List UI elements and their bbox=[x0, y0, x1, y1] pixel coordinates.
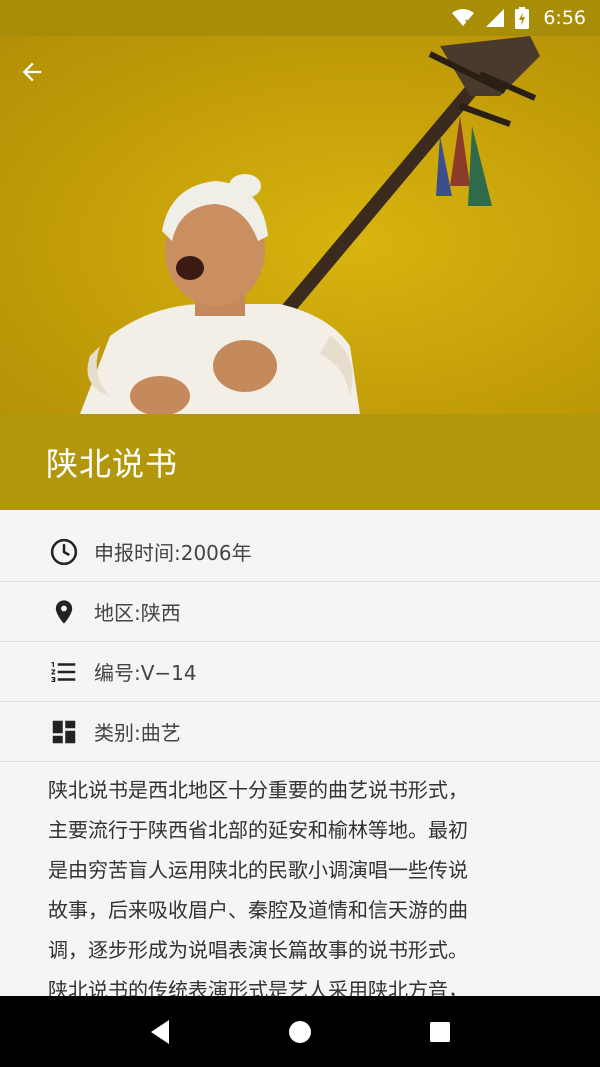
description: 陕北说书是西北地区十分重要的曲艺说书形式， 主要流行于陕西省北部的延安和榆林等地… bbox=[48, 770, 560, 1010]
description-line: 陕北说书是西北地区十分重要的曲艺说书形式， bbox=[48, 778, 468, 802]
back-button[interactable] bbox=[18, 58, 62, 102]
home-circle-icon bbox=[289, 1020, 311, 1043]
arrow-back-icon bbox=[22, 62, 42, 82]
nav-recents-button[interactable] bbox=[420, 1012, 460, 1052]
numbered-list-icon bbox=[48, 656, 80, 688]
info-row-date: 申报时间:2006年 bbox=[0, 522, 600, 582]
battery-icon bbox=[515, 7, 530, 29]
description-line: 是由穷苦盲人运用陕北的民歌小调演唱一些传说 bbox=[48, 858, 468, 882]
info-row-category: 类别:曲艺 bbox=[0, 702, 600, 762]
location-pin-icon bbox=[48, 596, 80, 628]
status-bar: 6:56 bbox=[0, 0, 600, 36]
info-category-text: 类别:曲艺 bbox=[94, 721, 181, 745]
dashboard-icon bbox=[48, 716, 80, 748]
description-line: 主要流行于陕西省北部的延安和榆林等地。最初 bbox=[48, 818, 468, 842]
navigation-bar bbox=[0, 996, 600, 1067]
description-line: 调，逐步形成为说唱表演长篇故事的说书形式。 bbox=[48, 938, 468, 962]
wifi-icon bbox=[451, 8, 475, 28]
clock-icon bbox=[48, 536, 80, 568]
page-title: 陕北说书 bbox=[46, 445, 179, 483]
signal-icon bbox=[485, 8, 505, 28]
info-region-text: 地区:陕西 bbox=[94, 601, 181, 625]
back-triangle-icon bbox=[151, 1019, 169, 1044]
nav-back-button[interactable] bbox=[140, 1012, 180, 1052]
info-row-number: 编号:V−14 bbox=[0, 642, 600, 702]
info-date-text: 申报时间:2006年 bbox=[94, 541, 252, 565]
title-band: 陕北说书 bbox=[0, 414, 600, 510]
info-row-region: 地区:陕西 bbox=[0, 582, 600, 642]
recents-square-icon bbox=[430, 1021, 450, 1042]
info-number-text: 编号:V−14 bbox=[94, 661, 197, 685]
screen: 6:56 陕北说书 申报时间:2006年 地区:陕西 编号:V−14 类别:曲艺… bbox=[0, 0, 600, 1067]
nav-home-button[interactable] bbox=[280, 1012, 320, 1052]
description-line: 故事，后来吸收眉户、秦腔及道情和信天游的曲 bbox=[48, 898, 468, 922]
status-time: 6:56 bbox=[543, 7, 586, 29]
hero-image bbox=[0, 36, 600, 414]
info-list: 申报时间:2006年 地区:陕西 编号:V−14 类别:曲艺 bbox=[0, 522, 600, 762]
